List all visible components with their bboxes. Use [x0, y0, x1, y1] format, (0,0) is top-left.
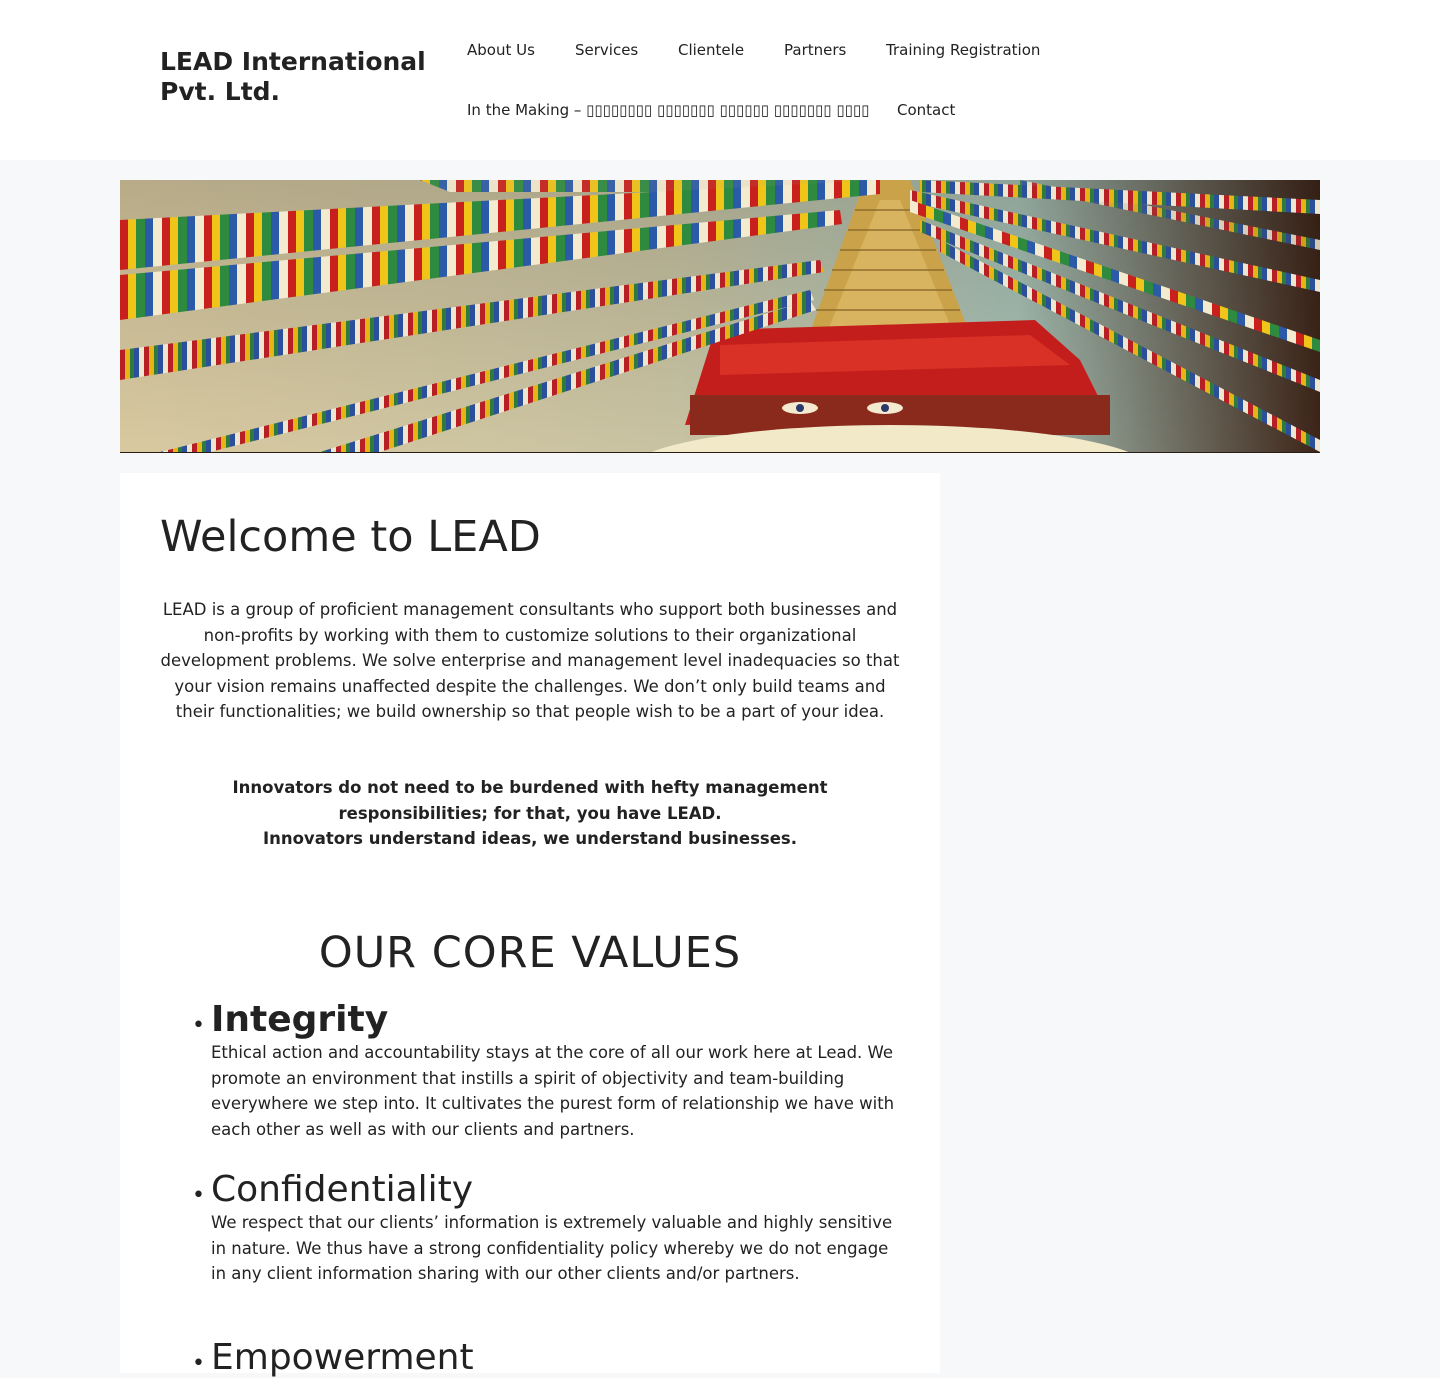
site-title-line2: Pvt. Ltd. [160, 77, 281, 106]
site-title-link[interactable]: LEAD International Pvt. Ltd. [160, 47, 450, 107]
site-header: LEAD International Pvt. Ltd. About Us Se… [0, 0, 1440, 160]
header-banner-image [120, 180, 1320, 453]
prayer-flags-stupa-illustration [120, 180, 1320, 452]
site-title-line1: LEAD International [160, 47, 426, 76]
nav-item-about-us[interactable]: About Us [467, 40, 535, 60]
bullet-icon: • [192, 1013, 205, 1038]
intro-paragraph: LEAD is a group of proficient management… [160, 600, 900, 721]
bullet-icon: • [192, 1351, 205, 1376]
core-value-item-integrity: • Integrity Ethical action and accountab… [192, 999, 901, 1142]
core-value-description: Ethical action and accountability stays … [211, 1043, 895, 1139]
nav-item-in-the-making[interactable]: In the Making – ▯▯▯▯▯▯▯▯ ▯▯▯▯▯▯▯ ▯▯▯▯▯▯ … [467, 100, 869, 120]
tagline-line1: Innovators do not need to be burdened wi… [232, 778, 828, 823]
nav-item-contact[interactable]: Contact [897, 100, 955, 120]
core-value-item-empowerment: • Empowerment [192, 1337, 901, 1378]
nav-item-clientele[interactable]: Clientele [678, 40, 744, 60]
nav-item-partners[interactable]: Partners [784, 40, 846, 60]
tagline: Innovators do not need to be burdened wi… [160, 775, 900, 852]
core-value-heading: Confidentiality [211, 1169, 474, 1210]
tagline-line2: Innovators understand ideas, we understa… [262, 829, 798, 848]
core-value-item-confidentiality: • Confidentiality We respect that our cl… [192, 1169, 901, 1287]
core-value-description: We respect that our clients’ information… [211, 1213, 893, 1283]
page-title: Welcome to LEAD [160, 512, 541, 562]
core-value-heading: Empowerment [211, 1337, 474, 1378]
bullet-icon: • [192, 1183, 205, 1208]
core-value-heading: Integrity [211, 999, 389, 1040]
core-values-title: OUR CORE VALUES [318, 928, 742, 978]
nav-item-training-registration[interactable]: Training Registration [886, 40, 1040, 60]
nav-item-services[interactable]: Services [575, 40, 638, 60]
